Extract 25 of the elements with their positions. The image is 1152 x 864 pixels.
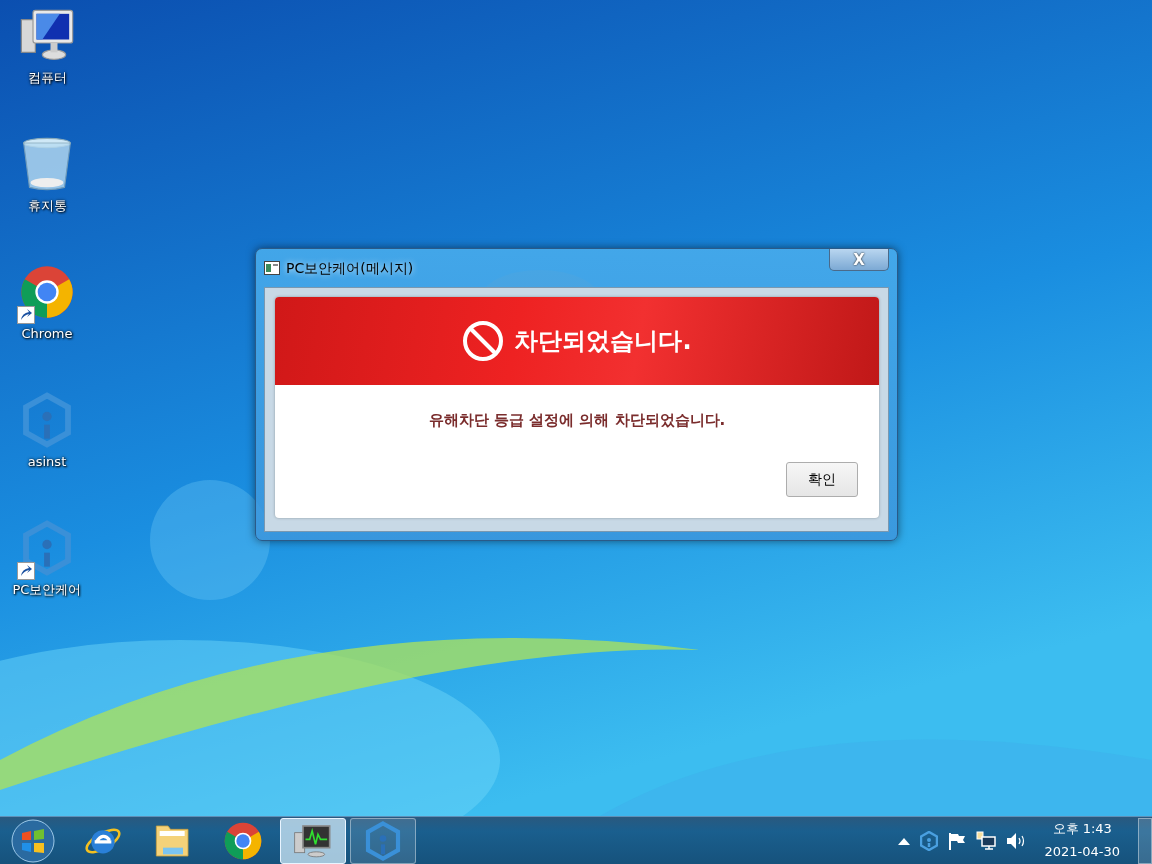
desktop-icon-label[interactable]: asinst — [27, 452, 67, 472]
alert-title: 차단되었습니다. — [514, 326, 692, 357]
blocked-icon — [462, 320, 505, 362]
speaker-icon[interactable] — [1006, 831, 1027, 850]
desktop-icon-label[interactable]: 휴지통 — [27, 196, 67, 216]
clock-date: 2021-04-30 — [1044, 842, 1120, 861]
hexagon-icon[interactable] — [920, 830, 939, 851]
desktop-icon-label[interactable]: 컴퓨터 — [27, 68, 67, 88]
alert-message: 유해차단 등급 설정에 의해 차단되었습니다. — [428, 411, 726, 429]
ok-button[interactable]: 확인 — [786, 461, 858, 497]
window-icon — [264, 261, 280, 275]
clock-time: 오후 1:43 — [1051, 820, 1113, 839]
chrome-icon — [19, 264, 75, 320]
desktop-icon-label[interactable]: Chrome — [21, 324, 73, 344]
hexagon-icon — [363, 820, 403, 861]
taskbar-button[interactable] — [280, 817, 346, 864]
start-button[interactable] — [8, 817, 58, 864]
network-icon[interactable] — [976, 830, 997, 851]
flag-icon[interactable] — [948, 831, 967, 850]
chrome-icon — [223, 820, 263, 861]
window-title: PC보안케어(메시지) — [286, 258, 414, 278]
desktop-icon-label[interactable]: PC보안케어 — [12, 580, 82, 600]
show-desktop-button[interactable] — [1138, 817, 1152, 864]
clock[interactable]: 오후 1:43 2021-04-30 — [1036, 818, 1128, 863]
show-hidden-icons-icon[interactable] — [898, 836, 911, 845]
